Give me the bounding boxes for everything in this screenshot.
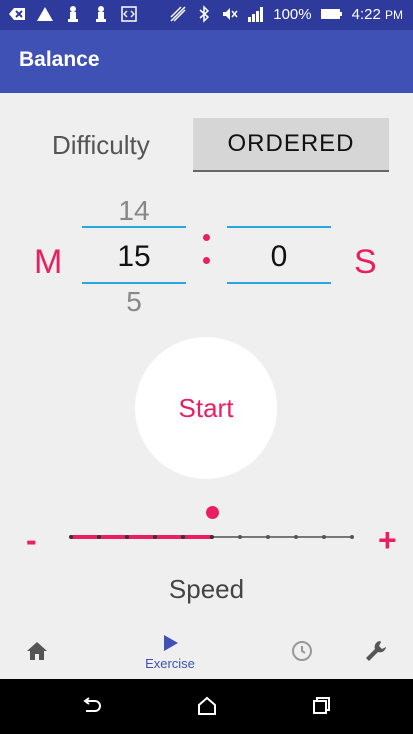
- notification-icons: [8, 5, 138, 23]
- difficulty-label: Difficulty: [52, 130, 150, 160]
- seconds-divider-top: [227, 226, 331, 228]
- battery-percent: 100%: [273, 5, 312, 23]
- speed-increase-button[interactable]: +: [378, 522, 397, 559]
- play-icon: [164, 634, 178, 651]
- chess-pawn-icon-2: [96, 6, 106, 22]
- battery-icon: [320, 9, 342, 19]
- history-icon: [292, 641, 312, 661]
- nav-item-home[interactable]: [0, 623, 77, 679]
- back-icon[interactable]: [80, 695, 102, 717]
- bluetooth-icon: [199, 5, 210, 23]
- slider-tick: [293, 535, 298, 539]
- minutes-prev-value[interactable]: 14: [82, 195, 186, 227]
- notification-back-icon: [9, 8, 25, 20]
- app-bar: Balance: [0, 30, 413, 93]
- nav-item-settings[interactable]: [336, 623, 413, 679]
- mute-icon: [223, 8, 238, 20]
- slider-thumb[interactable]: [205, 506, 219, 519]
- slider-tick: [69, 535, 73, 539]
- system-navigation-bar: [0, 679, 413, 734]
- nav-item-history[interactable]: [262, 623, 342, 679]
- minutes-current-value[interactable]: 15: [82, 240, 186, 274]
- minutes-unit-label: M: [34, 243, 63, 281]
- bottom-navigation: Exercise: [0, 623, 413, 679]
- signal-icon: [248, 7, 264, 22]
- speed-label: Speed: [168, 574, 245, 604]
- start-button[interactable]: Start: [135, 337, 277, 479]
- code-icon: [121, 6, 137, 22]
- wrench-icon: [366, 641, 386, 661]
- speed-decrease-button[interactable]: -: [26, 522, 37, 559]
- seconds-unit-label: S: [354, 243, 377, 281]
- status-bar: 100% 4:22 PM: [0, 0, 413, 30]
- home-button-icon[interactable]: [196, 695, 218, 717]
- nav-item-exercise[interactable]: Exercise: [130, 623, 210, 679]
- nav-label-exercise: Exercise: [145, 655, 195, 671]
- colon-dot-top: [203, 234, 210, 241]
- recents-icon[interactable]: [310, 695, 332, 717]
- difficulty-toggle-button[interactable]: ORDERED: [193, 118, 389, 172]
- system-status: 100% 4:22 PM: [169, 5, 403, 23]
- chess-pawn-icon: [68, 6, 78, 22]
- minutes-next-value[interactable]: 5: [82, 286, 186, 318]
- seconds-divider-bottom: [227, 282, 331, 284]
- warning-triangle-icon: [37, 7, 53, 21]
- slider-tick: [265, 535, 270, 539]
- slider-tick: [321, 535, 326, 539]
- minutes-divider-bottom: [82, 282, 186, 284]
- minutes-divider-top: [82, 226, 186, 228]
- colon-dot-bottom: [203, 257, 210, 264]
- slider-fill: [71, 535, 212, 539]
- data-saver-icon: [170, 6, 186, 22]
- slider-tick: [237, 535, 242, 539]
- slider-tick: [209, 535, 214, 539]
- home-icon: [27, 642, 47, 660]
- clock: 4:22 PM: [351, 5, 403, 23]
- seconds-current-value[interactable]: 0: [227, 240, 331, 274]
- slider-tick: [350, 535, 354, 539]
- app-title: Balance: [19, 48, 100, 71]
